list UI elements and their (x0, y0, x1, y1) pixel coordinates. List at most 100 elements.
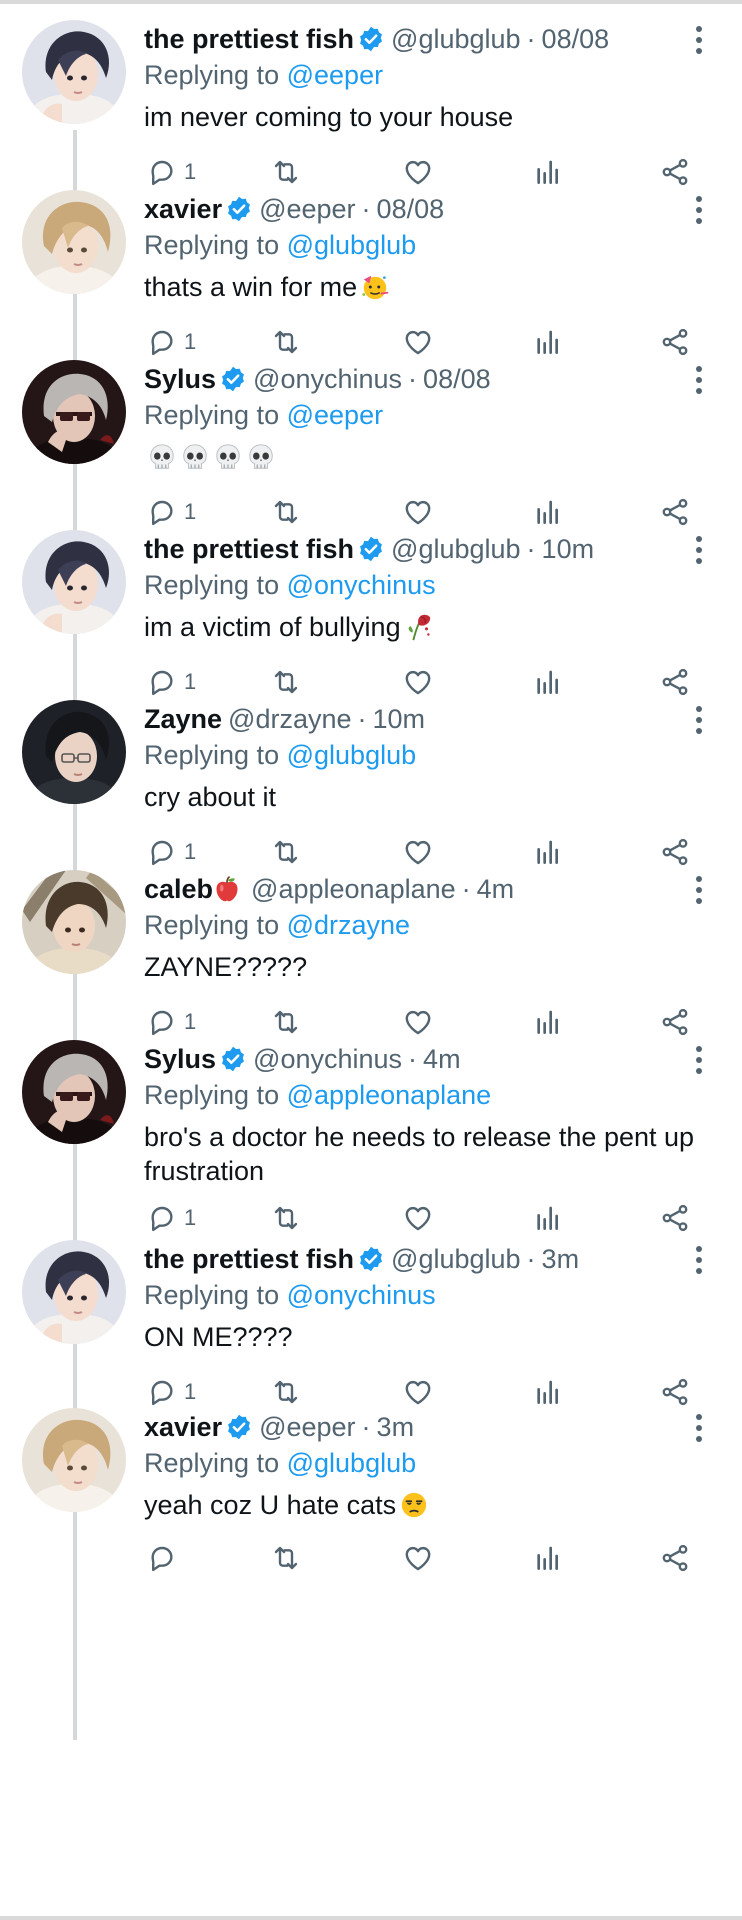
views-button[interactable] (532, 1002, 564, 1042)
like-button[interactable] (402, 662, 434, 702)
more-options-icon[interactable] (692, 194, 706, 226)
share-button[interactable] (659, 832, 691, 872)
retweet-button[interactable] (270, 322, 302, 362)
more-options-icon[interactable] (692, 364, 706, 396)
more-options-icon[interactable] (692, 1244, 706, 1276)
display-name[interactable]: caleb (144, 872, 213, 906)
reply-button[interactable]: 1 (146, 152, 196, 192)
timestamp[interactable]: 4m (423, 1042, 461, 1076)
like-button[interactable] (402, 1002, 434, 1042)
like-button[interactable] (402, 1198, 434, 1238)
avatar[interactable] (22, 870, 126, 974)
retweet-button[interactable] (270, 1538, 302, 1578)
avatar[interactable] (22, 1408, 126, 1512)
views-button[interactable] (532, 832, 564, 872)
share-button[interactable] (659, 662, 691, 702)
user-handle[interactable]: @eeper (259, 1410, 355, 1444)
more-options-icon[interactable] (692, 24, 706, 56)
more-options-icon[interactable] (692, 534, 706, 566)
user-handle[interactable]: @glubglub (391, 22, 521, 56)
views-button[interactable] (532, 322, 564, 362)
user-handle[interactable]: @appleonaplane (251, 872, 456, 906)
user-handle[interactable]: @onychinus (253, 362, 402, 396)
avatar[interactable] (22, 190, 126, 294)
views-button[interactable] (532, 1538, 564, 1578)
views-button[interactable] (532, 492, 564, 532)
user-handle[interactable]: @glubglub (391, 532, 521, 566)
more-options-icon[interactable] (692, 1044, 706, 1076)
replying-to-handle[interactable]: @eeper (287, 60, 383, 90)
timestamp[interactable]: 3m (542, 1242, 580, 1276)
user-handle[interactable]: @eeper (259, 192, 355, 226)
user-handle[interactable]: @onychinus (253, 1042, 402, 1076)
like-button[interactable] (402, 152, 434, 192)
like-button[interactable] (402, 1538, 434, 1578)
avatar[interactable] (22, 360, 126, 464)
views-button[interactable] (532, 1198, 564, 1238)
like-button[interactable] (402, 322, 434, 362)
replying-to-line: Replying to @eeper (144, 398, 704, 434)
avatar[interactable] (22, 20, 126, 124)
views-button[interactable] (532, 1372, 564, 1412)
more-options-icon[interactable] (692, 704, 706, 736)
more-options-icon[interactable] (692, 1412, 706, 1444)
timestamp[interactable]: 08/08 (423, 362, 491, 396)
avatar[interactable] (22, 1040, 126, 1144)
reply-button[interactable]: 1 (146, 1002, 196, 1042)
reply-button[interactable]: 1 (146, 832, 196, 872)
like-button[interactable] (402, 832, 434, 872)
display-name[interactable]: Sylus (144, 362, 216, 396)
user-handle[interactable]: @glubglub (391, 1242, 521, 1276)
avatar[interactable] (22, 530, 126, 634)
timestamp[interactable]: 08/08 (542, 22, 610, 56)
replying-to-handle[interactable]: @drzayne (287, 910, 410, 940)
display-name[interactable]: Sylus (144, 1042, 216, 1076)
retweet-button[interactable] (270, 1372, 302, 1412)
replying-to-handle[interactable]: @appleonaplane (287, 1080, 492, 1110)
timestamp[interactable]: 08/08 (377, 192, 445, 226)
reply-button[interactable]: 1 (146, 322, 196, 362)
retweet-button[interactable] (270, 1002, 302, 1042)
share-button[interactable] (659, 152, 691, 192)
display-name[interactable]: the prettiest fish (144, 1242, 354, 1276)
views-button[interactable] (532, 662, 564, 702)
reply-button[interactable]: 1 (146, 1198, 196, 1238)
display-name[interactable]: the prettiest fish (144, 22, 354, 56)
retweet-button[interactable] (270, 832, 302, 872)
share-button[interactable] (659, 492, 691, 532)
share-button[interactable] (659, 1002, 691, 1042)
retweet-button[interactable] (270, 1198, 302, 1238)
timestamp[interactable]: 10m (373, 702, 426, 736)
avatar[interactable] (22, 700, 126, 804)
reply-button[interactable] (146, 1538, 184, 1578)
replying-to-handle[interactable]: @onychinus (287, 570, 436, 600)
replying-to-handle[interactable]: @glubglub (287, 740, 417, 770)
views-button[interactable] (532, 152, 564, 192)
display-name[interactable]: xavier (144, 1410, 222, 1444)
share-button[interactable] (659, 1198, 691, 1238)
reply-button[interactable]: 1 (146, 662, 196, 702)
retweet-button[interactable] (270, 152, 302, 192)
replying-to-handle[interactable]: @eeper (287, 400, 383, 430)
share-button[interactable] (659, 1538, 691, 1578)
share-button[interactable] (659, 322, 691, 362)
user-handle[interactable]: @drzayne (228, 702, 351, 736)
timestamp[interactable]: 4m (477, 872, 515, 906)
replying-to-handle[interactable]: @glubglub (287, 1448, 417, 1478)
like-button[interactable] (402, 1372, 434, 1412)
timestamp[interactable]: 10m (542, 532, 595, 566)
display-name[interactable]: xavier (144, 192, 222, 226)
replying-to-handle[interactable]: @glubglub (287, 230, 417, 260)
like-button[interactable] (402, 492, 434, 532)
avatar[interactable] (22, 1240, 126, 1344)
reply-button[interactable]: 1 (146, 492, 196, 532)
replying-to-handle[interactable]: @onychinus (287, 1280, 436, 1310)
retweet-button[interactable] (270, 662, 302, 702)
more-options-icon[interactable] (692, 874, 706, 906)
reply-button[interactable]: 1 (146, 1372, 196, 1412)
display-name[interactable]: the prettiest fish (144, 532, 354, 566)
retweet-button[interactable] (270, 492, 302, 532)
share-button[interactable] (659, 1372, 691, 1412)
timestamp[interactable]: 3m (377, 1410, 415, 1444)
display-name[interactable]: Zayne (144, 702, 222, 736)
